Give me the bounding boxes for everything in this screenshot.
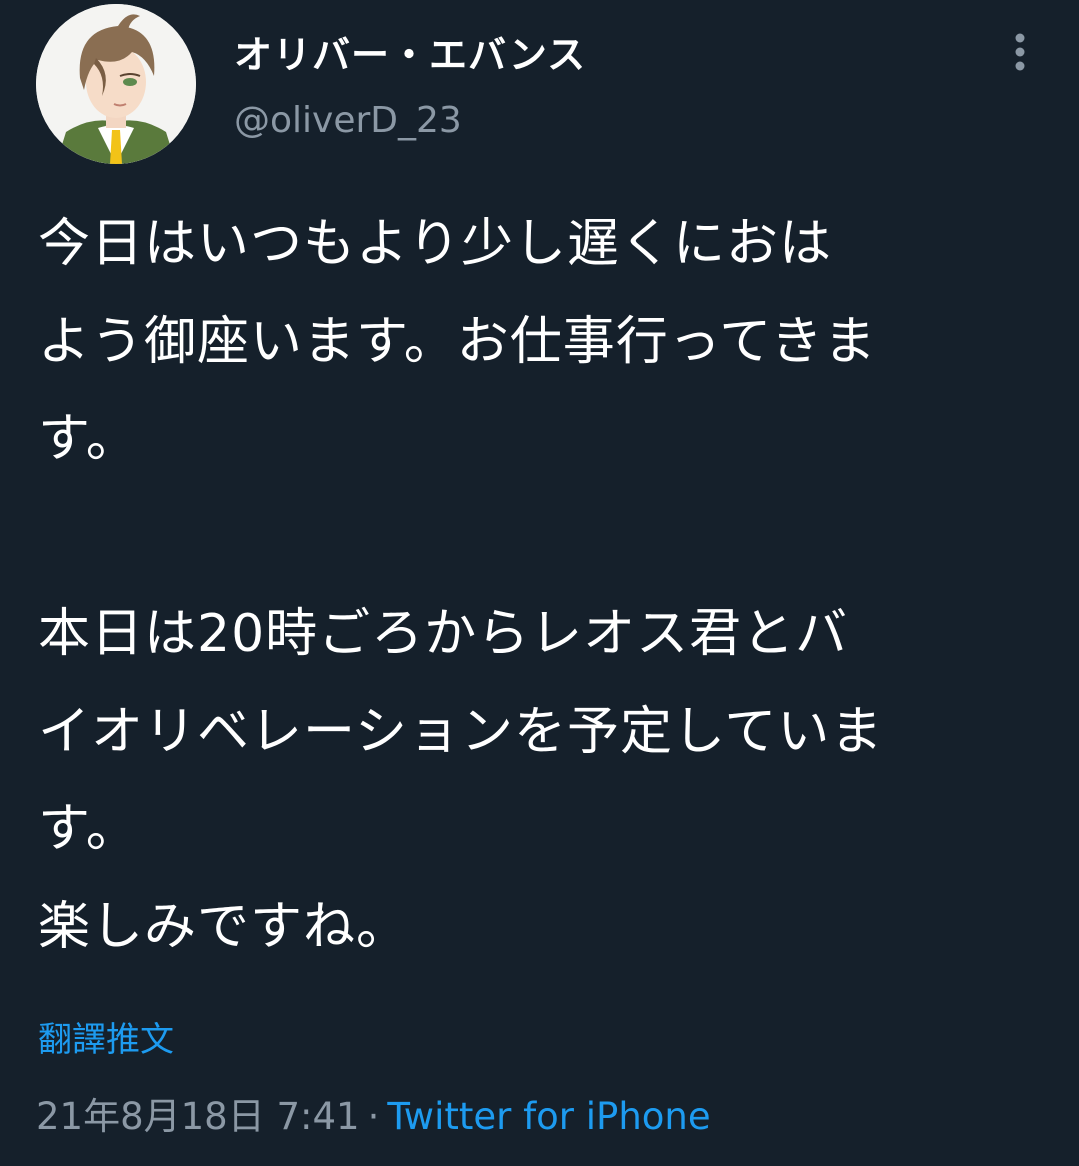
tweet-meta: 21年8月18日 7:41 · Twitter for iPhone [36, 1086, 711, 1140]
tweet-source-link[interactable]: Twitter for iPhone [387, 1095, 710, 1138]
tweet-text: 今日はいつもより少し遅くにおは よう御座います。お仕事行ってきま す。 本日は2… [38, 214, 884, 957]
user-handle[interactable]: @oliverD_23 [234, 100, 462, 141]
avatar[interactable] [36, 4, 196, 164]
display-name[interactable]: オリバー・エバンス [234, 24, 586, 79]
meta-separator: · [367, 1095, 380, 1138]
more-vertical-icon [1015, 33, 1025, 71]
tweet-timestamp[interactable]: 21年8月18日 7:41 [36, 1095, 360, 1138]
avatar-illustration-icon [36, 4, 196, 164]
translate-tweet-link[interactable]: 翻譯推文 [38, 1012, 174, 1061]
more-options-button[interactable] [1002, 26, 1038, 78]
tweet-header: オリバー・エバンス @oliverD_23 [36, 4, 1046, 164]
tweet-detail: オリバー・エバンス @oliverD_23 今日はいつもより少し遅くにおは よう… [0, 0, 1079, 1166]
